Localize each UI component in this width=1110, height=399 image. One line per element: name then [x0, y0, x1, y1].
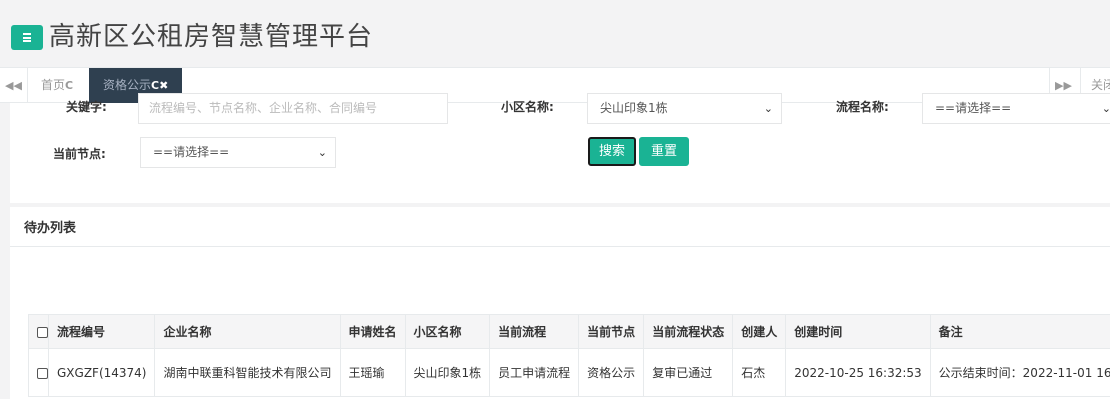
cell-created-at: 2022-10-25 16:32:53 [785, 348, 931, 397]
cell-node: 资格公示 [578, 348, 645, 397]
process-select-value: ==请选择== [935, 101, 1012, 115]
cell-status: 复审已通过 [643, 348, 734, 397]
node-select[interactable]: ==请选择== ⌄ [140, 137, 336, 168]
section-separator [10, 203, 1110, 207]
community-select-value: 尖山印象1栋 [600, 101, 668, 115]
row-checkbox[interactable] [37, 367, 48, 379]
refresh-icon[interactable]: C [65, 79, 73, 92]
column-header[interactable]: 当前流程 [489, 314, 580, 349]
close-icon[interactable]: ✖ [159, 79, 168, 92]
cell-process: 员工申请流程 [489, 348, 580, 397]
row-select-cell [28, 348, 49, 397]
list-title: 待办列表 [24, 221, 77, 236]
tab-scroll-left-button[interactable]: ◀◀ [0, 68, 28, 103]
forward-icon: ▶▶ [1055, 79, 1072, 92]
reset-button[interactable]: 重置 [639, 137, 689, 166]
backward-icon: ◀◀ [5, 79, 22, 92]
cell-applicant: 王瑶瑜 [339, 348, 406, 397]
search-button[interactable]: 搜索 [588, 137, 636, 166]
node-select-value: ==请选择== [153, 145, 230, 159]
column-header[interactable]: 企业名称 [154, 314, 341, 349]
select-all-cell [28, 314, 49, 349]
process-label: 流程名称: [836, 100, 889, 114]
cell-company: 湖南中联重科智能技术有限公司 [154, 348, 341, 397]
divider [10, 246, 1110, 247]
menu-toggle-button[interactable] [11, 25, 43, 50]
node-label: 当前节点: [53, 147, 106, 161]
cell-creator: 石杰 [732, 348, 787, 397]
column-header[interactable]: 小区名称 [404, 314, 491, 349]
keyword-input[interactable]: 流程编号、节点名称、企业名称、合同编号 [138, 93, 448, 124]
tab-home-label: 首页 [41, 78, 66, 92]
community-label: 小区名称: [501, 100, 554, 114]
app-title: 高新区公租房智慧管理平台 [49, 22, 374, 52]
search-form: 关键字: 流程编号、节点名称、企业名称、合同编号 小区名称: 尖山印象1栋 ⌄ … [10, 93, 1110, 203]
table-header-row: 流程编号 企业名称 申请姓名 小区名称 当前流程 当前节点 当前流程状态 创建人… [28, 314, 1110, 349]
cell-process-no: GXGZF(14374) [47, 348, 156, 397]
table-row[interactable]: GXGZF(14374) 湖南中联重科智能技术有限公司 王瑶瑜 尖山印象1栋 员… [28, 348, 1110, 397]
column-header[interactable]: 创建时间 [785, 314, 931, 349]
tab-active-label: 资格公示 [103, 78, 152, 92]
chevron-down-icon: ⌄ [317, 146, 327, 159]
column-header[interactable]: 当前节点 [578, 314, 645, 349]
column-header[interactable]: 流程编号 [47, 314, 156, 349]
column-header[interactable]: 创建人 [732, 314, 787, 349]
community-select[interactable]: 尖山印象1栋 ⌄ [587, 93, 782, 124]
cell-remark: 公示结束时间：2022-11-01 16:51:28 [929, 348, 1110, 397]
process-select[interactable]: ==请选择== ⌄ [922, 93, 1110, 124]
column-header[interactable]: 当前流程状态 [643, 314, 734, 349]
refresh-icon[interactable]: C [151, 79, 159, 92]
main-content: 关键字: 流程编号、节点名称、企业名称、合同编号 小区名称: 尖山印象1栋 ⌄ … [10, 93, 1110, 399]
chevron-down-icon: ⌄ [763, 102, 773, 115]
select-all-checkbox[interactable] [37, 326, 48, 338]
cell-community: 尖山印象1栋 [404, 348, 491, 397]
keyword-label: 关键字: [66, 100, 107, 114]
bars-icon [23, 33, 31, 42]
todo-table: 流程编号 企业名称 申请姓名 小区名称 当前流程 当前节点 当前流程状态 创建人… [28, 314, 1110, 397]
top-header: 高新区公租房智慧管理平台 [0, 0, 1110, 67]
column-header[interactable]: 备注 [929, 314, 1110, 349]
chevron-down-icon: ⌄ [1101, 102, 1110, 115]
column-header[interactable]: 申请姓名 [339, 314, 406, 349]
